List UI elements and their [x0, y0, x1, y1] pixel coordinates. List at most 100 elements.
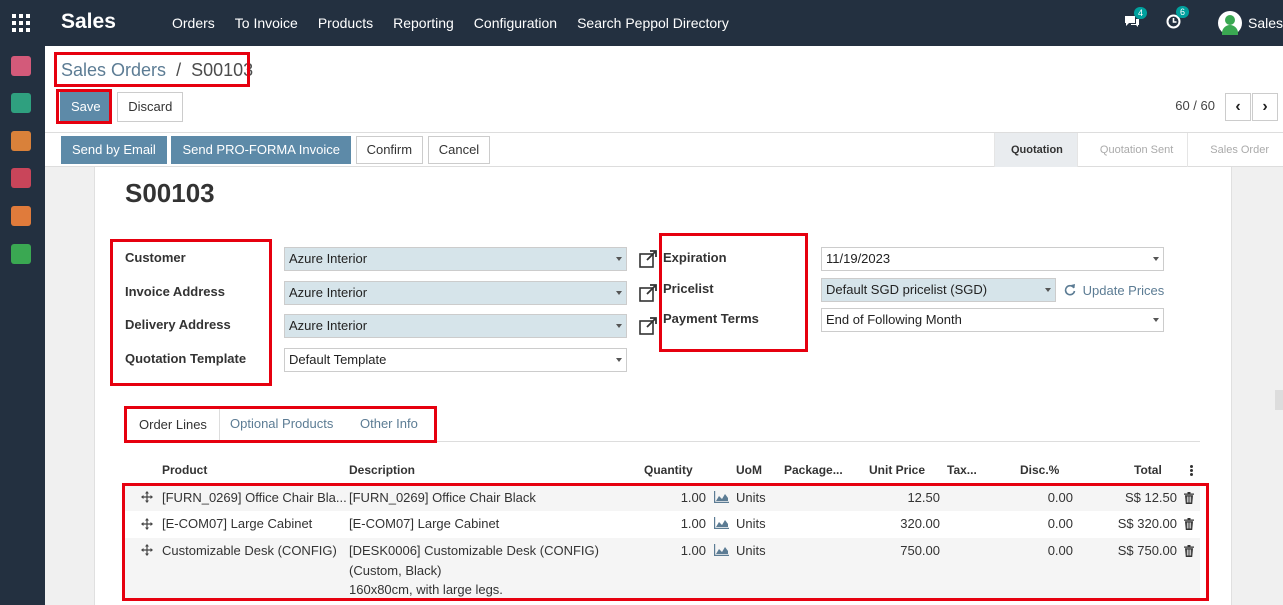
discuss-app-icon[interactable] — [11, 56, 31, 76]
tabs-divider — [124, 441, 1200, 442]
quotation-template-field[interactable]: Default Template — [284, 348, 627, 372]
messages-badge: 4 — [1134, 6, 1148, 19]
forecast-chart-icon[interactable] — [714, 517, 729, 529]
tab-optional-products[interactable]: Optional Products — [218, 407, 345, 441]
col-discount[interactable]: Disc.% — [1020, 463, 1059, 477]
apps-grid-icon[interactable] — [12, 14, 30, 32]
messages-button[interactable]: 4 — [1124, 0, 1148, 46]
send-by-email-button[interactable]: Send by Email — [61, 136, 167, 164]
discard-button[interactable]: Discard — [117, 92, 184, 122]
pager-value[interactable]: 60 / 60 — [1175, 98, 1215, 113]
chat-icon: 4 — [1124, 6, 1148, 32]
line-unit-price: 12.50 — [907, 490, 940, 505]
delete-icon[interactable] — [1184, 545, 1194, 557]
menu-orders[interactable]: Orders — [162, 0, 225, 46]
expiration-field[interactable]: 11/19/2023 — [821, 247, 1164, 271]
line-description: [DESK0006] Customizable Desk (CONFIG) — [349, 543, 599, 558]
save-button[interactable]: Save — [60, 92, 112, 122]
line-product: [FURN_0269] Office Chair Bla... — [162, 490, 347, 505]
customer-field[interactable]: Azure Interior — [284, 247, 627, 271]
pricelist-field[interactable]: Default SGD pricelist (SGD) — [821, 278, 1056, 302]
scrollbar-thumb[interactable] — [1275, 390, 1283, 410]
table-row[interactable]: [FURN_0269] Office Chair Bla... [FURN_02… — [124, 484, 1200, 511]
confirm-button[interactable]: Confirm — [355, 136, 424, 164]
payment-terms-label: Payment Terms — [663, 311, 759, 326]
sales-app-icon[interactable] — [11, 131, 31, 151]
payment-terms-field[interactable]: End of Following Month — [821, 308, 1164, 332]
col-quantity[interactable]: Quantity — [644, 463, 693, 477]
app-name[interactable]: Sales — [61, 10, 116, 34]
user-menu[interactable]: Sales — [1218, 0, 1283, 46]
control-panel: Sales Orders / S00103 Save Discard 60 / … — [45, 46, 1283, 133]
update-prices-button[interactable]: Update Prices — [1064, 283, 1164, 298]
line-uom: Units — [736, 490, 766, 505]
forecast-chart-icon[interactable] — [714, 491, 729, 503]
activities-button[interactable]: 6 — [1166, 0, 1190, 46]
line-description: [E-COM07] Large Cabinet — [349, 516, 500, 531]
clock-icon: 6 — [1166, 6, 1190, 32]
external-link-icon[interactable] — [639, 250, 657, 268]
breadcrumb-current: S00103 — [191, 60, 254, 80]
contacts-app-icon[interactable] — [11, 93, 31, 113]
col-taxes[interactable]: Tax... — [947, 463, 977, 477]
col-packaging[interactable]: Package... — [784, 463, 843, 477]
line-product: [E-COM07] Large Cabinet — [162, 516, 313, 531]
line-total: S$ 12.50 — [1124, 490, 1177, 505]
invoice-address-label: Invoice Address — [125, 284, 225, 299]
line-discount: 0.00 — [1047, 516, 1073, 531]
cancel-button[interactable]: Cancel — [427, 136, 491, 164]
customer-value: Azure Interior — [289, 251, 368, 266]
line-quantity: 1.00 — [680, 543, 706, 558]
menu-products[interactable]: Products — [308, 0, 383, 46]
table-row[interactable]: [E-COM07] Large Cabinet [E-COM07] Large … — [124, 511, 1200, 538]
breadcrumb-parent[interactable]: Sales Orders — [61, 60, 166, 80]
expiration-value: 11/19/2023 — [826, 251, 891, 266]
col-product[interactable]: Product — [162, 463, 207, 477]
delete-icon[interactable] — [1184, 492, 1194, 504]
drag-handle-icon[interactable] — [141, 518, 153, 530]
line-total: S$ 320.00 — [1117, 516, 1177, 531]
tab-order-lines[interactable]: Order Lines — [126, 407, 220, 441]
chevron-down-icon — [616, 257, 622, 261]
invoice-address-field[interactable]: Azure Interior — [284, 281, 627, 305]
forecast-chart-icon[interactable] — [714, 544, 729, 556]
inventory-app-icon[interactable] — [11, 168, 31, 188]
chevron-down-icon — [1153, 257, 1159, 261]
documents-app-icon[interactable] — [11, 244, 31, 264]
chevron-down-icon — [1153, 318, 1159, 322]
delete-icon[interactable] — [1184, 518, 1194, 530]
line-quantity: 1.00 — [680, 490, 706, 505]
col-description[interactable]: Description — [349, 463, 415, 477]
left-app-bar — [0, 46, 45, 605]
table-row[interactable]: Customizable Desk (CONFIG) [DESK0006] Cu… — [124, 538, 1200, 600]
stage-sales-order[interactable]: Sales Order — [1187, 133, 1283, 167]
stage-quotation[interactable]: Quotation — [993, 133, 1077, 167]
line-description-variant: (Custom, Black) — [349, 563, 442, 578]
col-uom[interactable]: UoM — [736, 463, 762, 477]
menu-reporting[interactable]: Reporting — [383, 0, 464, 46]
send-proforma-button[interactable]: Send PRO-FORMA Invoice — [171, 136, 351, 164]
line-unit-price: 320.00 — [900, 516, 940, 531]
menu-to-invoice[interactable]: To Invoice — [225, 0, 308, 46]
pager-previous-button[interactable]: ‹ — [1225, 93, 1251, 121]
pager-next-button[interactable]: › — [1252, 93, 1278, 121]
external-link-icon[interactable] — [639, 284, 657, 302]
menu-search-peppol[interactable]: Search Peppol Directory — [567, 0, 739, 46]
expiration-label: Expiration — [663, 250, 727, 265]
drag-handle-icon[interactable] — [141, 491, 153, 503]
col-unit-price[interactable]: Unit Price — [869, 463, 925, 477]
delivery-address-field[interactable]: Azure Interior — [284, 314, 627, 338]
col-total[interactable]: Total — [1134, 463, 1162, 477]
customer-label: Customer — [125, 250, 186, 265]
external-link-icon[interactable] — [639, 317, 657, 335]
menu-configuration[interactable]: Configuration — [464, 0, 567, 46]
invoice-address-value: Azure Interior — [289, 285, 368, 300]
top-navbar: Sales Orders To Invoice Products Reporti… — [0, 0, 1283, 46]
line-total: S$ 750.00 — [1117, 543, 1177, 558]
drag-handle-icon[interactable] — [141, 544, 153, 556]
stage-quotation-sent[interactable]: Quotation Sent — [1076, 133, 1187, 167]
optional-columns-icon[interactable] — [1190, 465, 1193, 476]
user-name: Sales — [1248, 15, 1283, 31]
invoicing-app-icon[interactable] — [11, 206, 31, 226]
tab-other-info[interactable]: Other Info — [348, 407, 430, 441]
